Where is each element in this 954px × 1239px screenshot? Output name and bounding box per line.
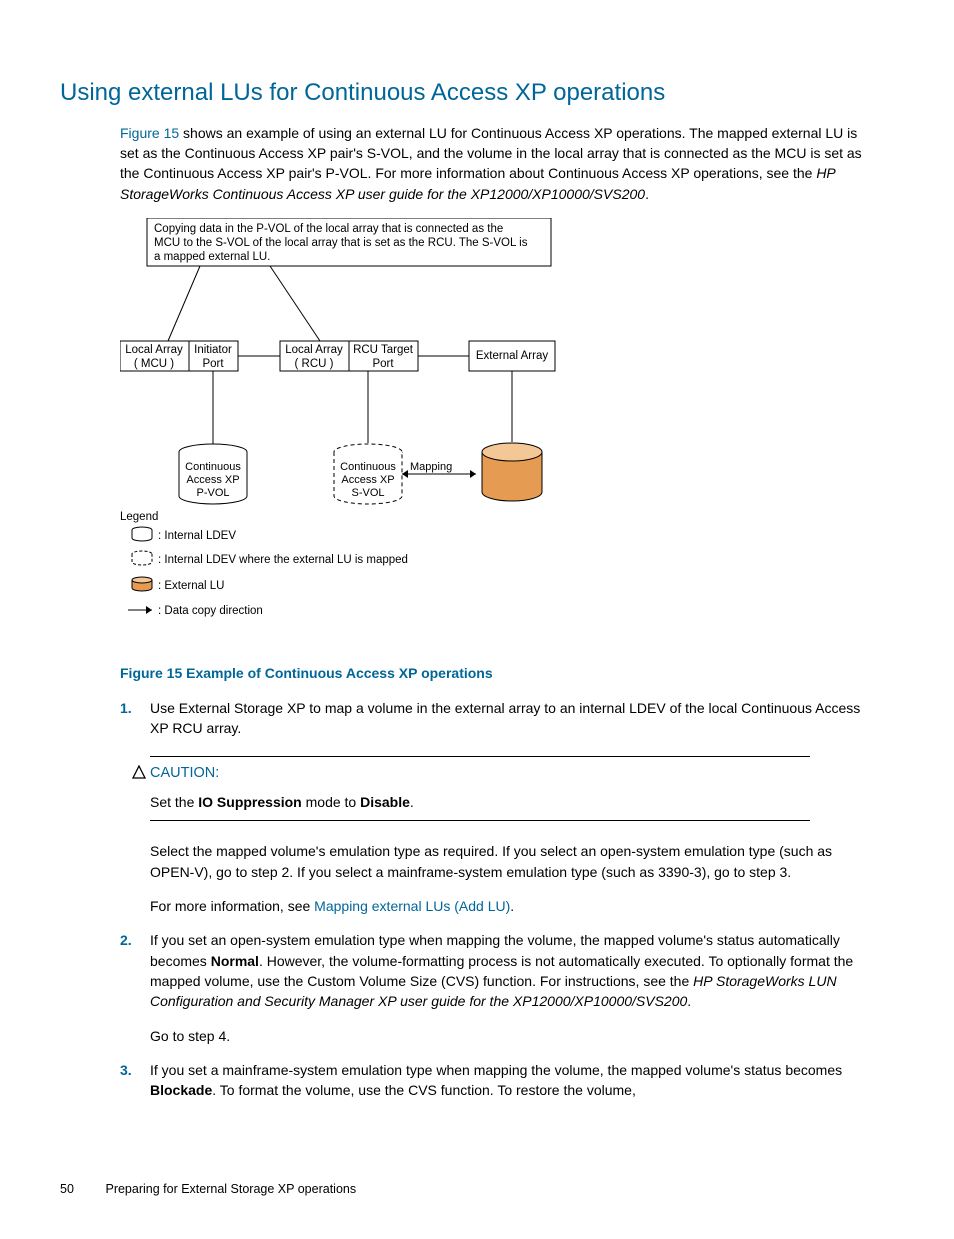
svg-text:: Data copy direction: : Data copy direction (158, 605, 263, 617)
svg-text:a mapped external LU.: a mapped external LU. (154, 251, 270, 263)
svg-text:Access XP: Access XP (186, 474, 239, 486)
trailing-period: . (645, 186, 649, 202)
caution-icon (132, 765, 146, 786)
svg-text:MCU to the S-VOL of the local: MCU to the S-VOL of the local array that… (154, 237, 528, 249)
page-number: 50 (60, 1180, 102, 1198)
step-number-3: 3. (120, 1060, 144, 1080)
section-heading: Using external LUs for Continuous Access… (60, 76, 894, 111)
svg-text:RCU Target: RCU Target (353, 344, 414, 356)
svg-text:Port: Port (372, 358, 394, 370)
svg-text:Initiator: Initiator (194, 344, 232, 356)
caution-text-1: Set the (150, 794, 198, 810)
svg-text:( RCU ): ( RCU ) (295, 358, 334, 370)
step-1-continuation-2: For more information, see Mapping extern… (150, 896, 870, 916)
svg-text:: Internal LDEV where the exte: : Internal LDEV where the external LU is… (158, 554, 408, 566)
step-number-1: 1. (120, 698, 144, 718)
more-info-prefix: For more information, see (150, 898, 314, 914)
caution-bold-2: Disable (360, 794, 410, 810)
svg-text:: Internal LDEV: : Internal LDEV (158, 530, 236, 542)
figure-15-link[interactable]: Figure 15 (120, 125, 179, 141)
step-2-text-d: . (687, 993, 691, 1009)
continuous-access-diagram: Copying data in the P-VOL of the local a… (120, 218, 620, 648)
svg-text:Continuous: Continuous (340, 461, 396, 473)
step-3: 3. If you set a mainframe-system emulati… (120, 1060, 870, 1101)
footer-section-title: Preparing for External Storage XP operat… (105, 1182, 356, 1196)
figure-caption: Figure 15 Example of Continuous Access X… (120, 663, 870, 683)
svg-text:External Array: External Array (476, 350, 548, 362)
caution-bold-1: IO Suppression (198, 794, 301, 810)
svg-text:S-VOL: S-VOL (351, 487, 384, 499)
step-number-2: 2. (120, 930, 144, 950)
caution-label: CAUTION: (150, 765, 219, 781)
svg-text:P-VOL: P-VOL (196, 487, 229, 499)
step-2: 2. If you set an open-system emulation t… (120, 930, 870, 1045)
more-info-suffix: . (510, 898, 514, 914)
intro-text: shows an example of using an external LU… (120, 125, 862, 182)
page-footer: 50 Preparing for External Storage XP ope… (60, 1180, 894, 1198)
step-3-text-a: If you set a mainframe-system emulation … (150, 1062, 842, 1078)
step-3-text-c: . To format the volume, use the CVS func… (212, 1082, 636, 1098)
svg-text:( MCU ): ( MCU ) (134, 358, 174, 370)
intro-paragraph: Figure 15 shows an example of using an e… (120, 123, 870, 1101)
svg-text:Local Array: Local Array (125, 344, 183, 356)
svg-text:Access XP: Access XP (341, 474, 394, 486)
caution-text-2: mode to (302, 794, 360, 810)
step-1-text: Use External Storage XP to map a volume … (150, 700, 860, 736)
step-2-goto: Go to step 4. (150, 1026, 870, 1046)
svg-text:Continuous: Continuous (185, 461, 241, 473)
caution-block: CAUTION: Set the IO Suppression mode to … (150, 756, 870, 821)
step-3-bold: Blockade (150, 1082, 212, 1098)
svg-text:Legend: Legend (120, 511, 158, 523)
diagram-figure: Copying data in the P-VOL of the local a… (120, 218, 870, 653)
svg-text:Local Array: Local Array (285, 344, 343, 356)
svg-text:: External LU: : External LU (158, 580, 224, 592)
mapping-external-lus-link[interactable]: Mapping external LUs (Add LU) (314, 898, 510, 914)
step-1-continuation-1: Select the mapped volume's emulation typ… (150, 841, 870, 882)
step-2-bold: Normal (211, 953, 259, 969)
svg-text:Copying data in the P-VOL of t: Copying data in the P-VOL of the local a… (154, 223, 503, 235)
svg-text:Port: Port (202, 358, 224, 370)
caution-text-3: . (410, 794, 414, 810)
svg-text:Mapping: Mapping (410, 461, 452, 473)
step-1: 1. Use External Storage XP to map a volu… (120, 698, 870, 917)
